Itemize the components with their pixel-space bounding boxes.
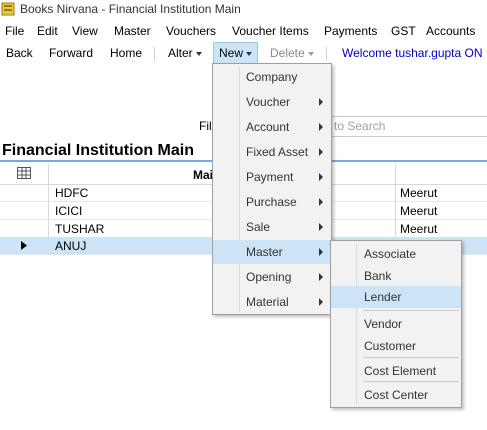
menu-vouchers[interactable]: Vouchers — [166, 24, 216, 38]
menu-item-label: Voucher — [246, 95, 291, 109]
new-label: New — [219, 46, 244, 60]
toolbar-separator — [154, 47, 155, 61]
chevron-right-icon — [319, 298, 323, 306]
menu-item-label: Payment — [246, 170, 294, 184]
menu-item-label: Vendor — [364, 317, 403, 331]
page-title: Financial Institution Main — [2, 142, 194, 159]
search-placeholder: to Search — [334, 119, 386, 133]
submenu-bank[interactable]: Bank — [331, 264, 461, 288]
chevron-right-icon — [319, 98, 323, 106]
chevron-right-icon — [319, 148, 323, 156]
back-button[interactable]: Back — [6, 46, 33, 60]
menu-item-label: Opening — [246, 270, 292, 284]
chevron-down-icon — [307, 51, 314, 56]
alter-button[interactable]: Alter — [168, 46, 202, 60]
menu-item-label: Lender — [364, 290, 402, 304]
menu-separator — [363, 310, 459, 311]
new-menu-voucher[interactable]: Voucher — [213, 90, 331, 114]
menu-item-label: Material — [246, 295, 289, 309]
filter-label: Fil — [199, 119, 212, 133]
chevron-right-icon — [319, 173, 323, 181]
row-name: ICICI — [55, 204, 83, 218]
menu-item-label: Bank — [364, 269, 392, 283]
new-menu-material[interactable]: Material — [213, 290, 331, 314]
toolbar-separator — [326, 47, 327, 61]
menu-separator — [363, 357, 459, 358]
home-button[interactable]: Home — [110, 46, 142, 60]
submenu-cost-element[interactable]: Cost Element — [331, 359, 461, 383]
master-submenu: Associate Bank Lender Vendor Customer Co… — [330, 240, 462, 408]
new-menu-sale[interactable]: Sale — [213, 215, 331, 239]
menu-item-label: Purchase — [246, 195, 297, 209]
menu-separator — [363, 381, 459, 382]
column-header-main[interactable]: Mai — [193, 168, 213, 182]
menu-view[interactable]: View — [72, 24, 98, 38]
row-city: Meerut — [400, 186, 438, 200]
chevron-right-icon — [319, 273, 323, 281]
menu-item-label: Account — [246, 120, 290, 134]
submenu-vendor[interactable]: Vendor — [331, 312, 461, 336]
new-menu-company[interactable]: Company — [213, 65, 331, 89]
submenu-customer[interactable]: Customer — [331, 334, 461, 358]
menu-item-label: Sale — [246, 220, 271, 234]
chevron-right-icon — [319, 198, 323, 206]
new-menu-master[interactable]: Master — [213, 240, 331, 264]
delete-label: Delete — [270, 46, 305, 60]
menu-edit[interactable]: Edit — [37, 24, 58, 38]
chevron-right-icon — [319, 123, 323, 131]
row-name: TUSHAR — [55, 222, 105, 236]
menu-item-label: Associate — [364, 247, 417, 261]
new-button[interactable]: New — [213, 42, 259, 64]
forward-button[interactable]: Forward — [49, 46, 93, 60]
window-title: Books Nirvana - Financial Institution Ma… — [20, 2, 241, 16]
menu-item-label: Customer — [364, 339, 417, 353]
new-menu-fixed-asset[interactable]: Fixed Asset — [213, 140, 331, 164]
menu-bar: File Edit View Master Vouchers Voucher I… — [0, 21, 487, 41]
submenu-cost-center[interactable]: Cost Center — [331, 383, 461, 407]
menu-accounts[interactable]: Accounts — [426, 24, 475, 38]
chevron-down-icon — [246, 51, 253, 56]
new-menu-purchase[interactable]: Purchase — [213, 190, 331, 214]
new-dropdown-menu: Company Voucher Account Fixed Asset Paym… — [212, 63, 332, 315]
menu-item-label: Cost Center — [364, 388, 429, 402]
menu-item-label: Master — [246, 245, 283, 259]
menu-item-label: Fixed Asset — [246, 145, 309, 159]
row-city: Meerut — [400, 204, 438, 218]
new-menu-opening[interactable]: Opening — [213, 265, 331, 289]
menu-voucher-items[interactable]: Voucher Items — [232, 24, 309, 38]
grid-icon[interactable] — [17, 167, 31, 179]
menu-item-label: Cost Element — [364, 364, 437, 378]
row-city: Meerut — [400, 222, 438, 236]
chevron-right-icon — [319, 223, 323, 231]
chevron-right-icon — [319, 248, 323, 256]
title-bar: Books Nirvana - Financial Institution Ma… — [0, 0, 487, 20]
app-icon — [1, 2, 15, 16]
alter-label: Alter — [168, 46, 193, 60]
row-pointer-icon — [21, 241, 27, 250]
menu-item-label: Company — [246, 70, 298, 84]
submenu-lender[interactable]: Lender — [331, 286, 461, 308]
submenu-associate[interactable]: Associate — [331, 242, 461, 266]
delete-button[interactable]: Delete — [270, 46, 314, 60]
new-menu-payment[interactable]: Payment — [213, 165, 331, 189]
menu-payments[interactable]: Payments — [324, 24, 377, 38]
welcome-text: Welcome tushar.gupta ON I — [342, 46, 487, 60]
menu-master[interactable]: Master — [114, 24, 151, 38]
row-name: HDFC — [55, 186, 89, 200]
menu-gst[interactable]: GST — [391, 24, 416, 38]
row-name: ANUJ — [55, 239, 87, 253]
menu-file[interactable]: File — [5, 24, 24, 38]
chevron-down-icon — [195, 51, 202, 56]
new-menu-account[interactable]: Account — [213, 115, 331, 139]
